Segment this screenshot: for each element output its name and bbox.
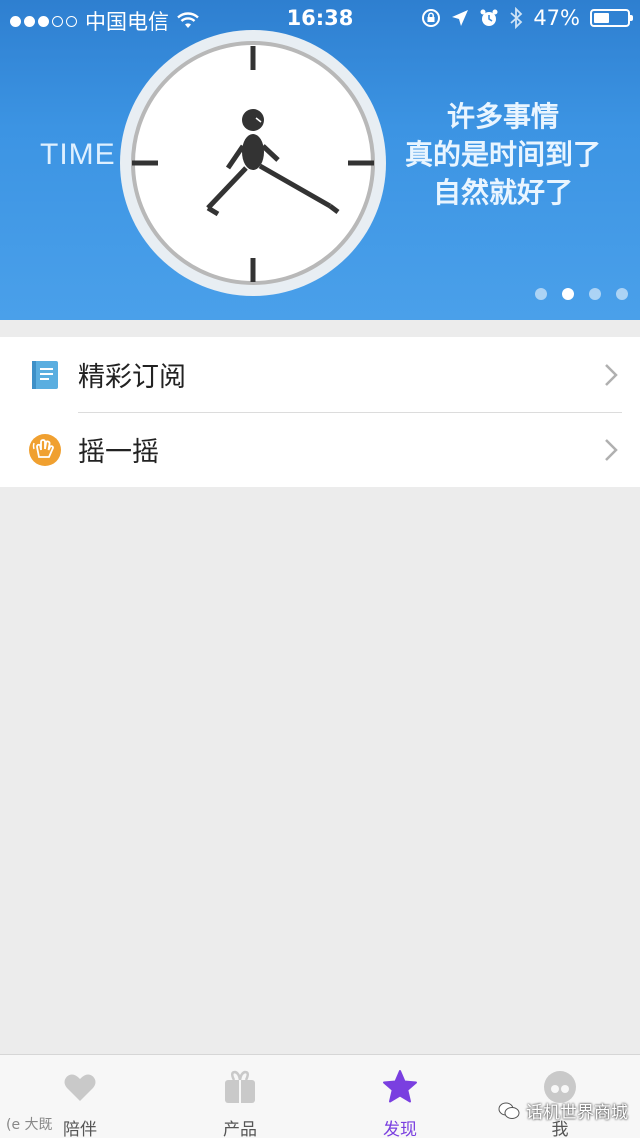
tab-me[interactable]: 我: [480, 1055, 640, 1138]
discover-menu: 精彩订阅 摇一摇: [0, 337, 640, 487]
heart-icon: [64, 1074, 96, 1101]
chevron-right-icon: [605, 363, 618, 386]
shake-hand-icon: [28, 433, 62, 467]
menu-item-shake[interactable]: 摇一摇: [0, 412, 640, 487]
tab-discover[interactable]: 发现: [320, 1055, 480, 1138]
watermark-text: 话机世界商城: [526, 1103, 628, 1123]
carousel-page-indicator[interactable]: [535, 288, 628, 300]
watermark-right: 话机世界商城: [498, 1098, 628, 1123]
menu-item-subscription[interactable]: 精彩订阅: [0, 337, 640, 412]
wechat-icon: [498, 1102, 520, 1119]
slogan-line: 自然就好了: [432, 176, 573, 209]
tab-label: 产品: [223, 1120, 257, 1138]
star-icon: [383, 1070, 417, 1103]
menu-item-label: 摇一摇: [78, 437, 159, 468]
chevron-right-icon: [605, 438, 618, 461]
carousel-dot[interactable]: [616, 288, 628, 300]
gift-box-icon: [225, 1070, 255, 1103]
banner-carousel[interactable]: 中国电信 16:38 47% TIME 许多事情 真的是时间到了 自然就好了: [0, 0, 640, 320]
subscription-book-icon: [28, 358, 62, 392]
location-arrow-icon: [452, 10, 469, 26]
slogan-line: 许多事情: [446, 100, 559, 133]
battery-percent: 47%: [533, 6, 580, 30]
watermark-left: (e 大既: [6, 1117, 53, 1133]
carousel-dot[interactable]: [589, 288, 601, 300]
banner-time-word: TIME: [40, 138, 116, 171]
tab-label: 发现: [383, 1120, 417, 1138]
clock-illustration: [120, 30, 386, 296]
bluetooth-icon: [510, 7, 523, 29]
bottom-tab-bar: 陪伴 产品 发现 我: [0, 1054, 640, 1138]
rotation-lock-icon: [422, 9, 441, 27]
battery-icon: [590, 9, 633, 27]
alarm-icon: [480, 9, 498, 26]
tab-products[interactable]: 产品: [160, 1055, 320, 1138]
battery-fill: [594, 13, 609, 23]
carousel-dot[interactable]: [535, 288, 547, 300]
slogan-line: 真的是时间到了: [404, 138, 601, 171]
banner-slogan: 许多事情 真的是时间到了 自然就好了: [398, 98, 608, 212]
menu-item-label: 精彩订阅: [78, 362, 186, 393]
carousel-dot[interactable]: [562, 288, 574, 300]
